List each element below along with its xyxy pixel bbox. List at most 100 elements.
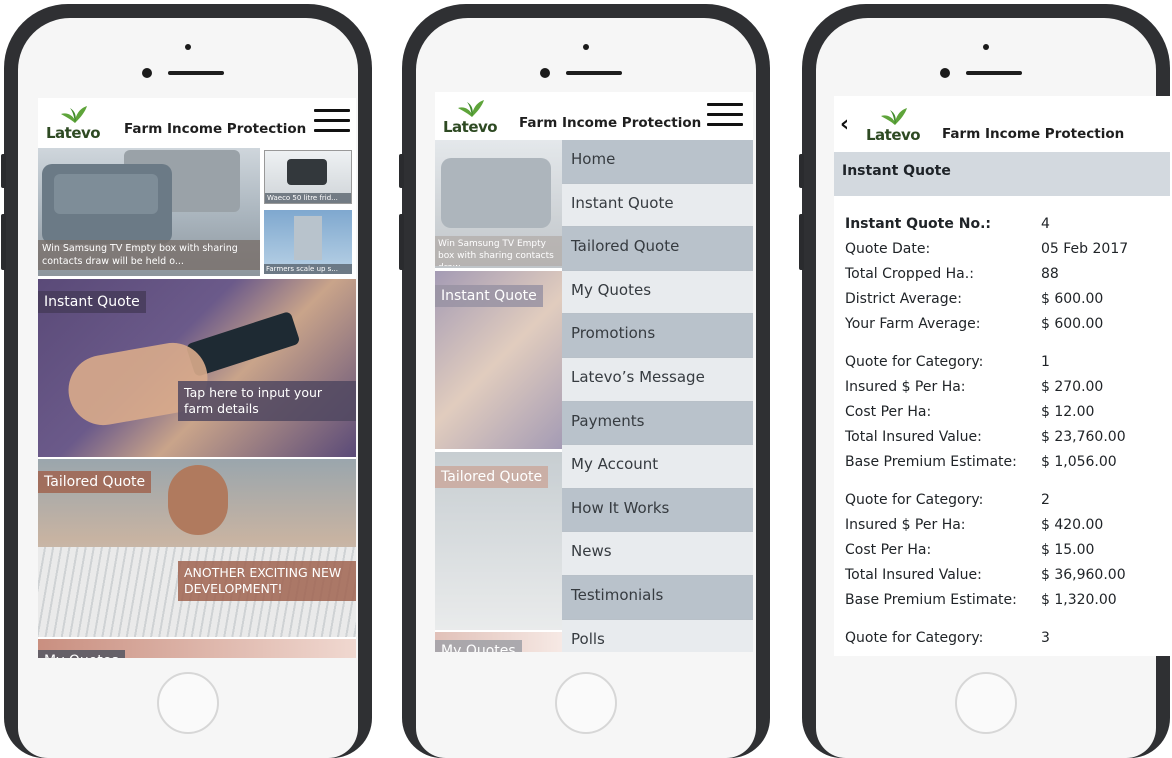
row-value: $ 23,760.00 <box>1041 429 1126 445</box>
quote-row: Insured $ Per Ha: $ 420.00 <box>845 517 1164 541</box>
home-button[interactable] <box>555 672 617 734</box>
menu-item-promotions[interactable]: Promotions <box>562 314 753 358</box>
row-label: Base Premium Estimate: <box>845 454 1017 470</box>
screen-instant-quote: ‹ Latevo Farm Income Protection Instant … <box>834 96 1170 656</box>
leaf-icon <box>61 106 87 123</box>
row-value: $ 36,960.00 <box>1041 567 1126 583</box>
mute-switch <box>1 154 6 188</box>
latevo-logo: Latevo <box>443 100 499 136</box>
promo-banner[interactable]: Waeco 50 litre frid... Farmers scale up … <box>38 148 356 276</box>
menu-item-news[interactable]: News <box>562 532 753 576</box>
row-label: Total Insured Value: <box>845 429 982 445</box>
row-label: Cost Per Ha: <box>845 542 932 558</box>
app-title: Farm Income Protection <box>519 115 702 131</box>
menu-item-home[interactable]: Home <box>562 140 753 184</box>
dimmed-tailored-quote-tag: Tailored Quote <box>435 466 549 488</box>
back-chevron-icon[interactable]: ‹ <box>840 112 849 137</box>
quote-row: Instant Quote No.: 4 <box>845 216 1164 240</box>
tailored-quote-tag: Tailored Quote <box>38 471 152 493</box>
volume-up-button <box>1 214 6 270</box>
banner-thumb-silo[interactable]: Farmers scale up s... <box>264 210 352 274</box>
row-value: $ 270.00 <box>1041 379 1104 395</box>
row-label: Quote Date: <box>845 241 931 257</box>
row-value: 1 <box>1041 354 1050 370</box>
home-button[interactable] <box>955 672 1017 734</box>
banner-thumb-fridge[interactable]: Waeco 50 litre frid... <box>264 150 352 204</box>
row-value: 4 <box>1041 216 1050 232</box>
menu-item-polls[interactable]: Polls <box>562 619 753 652</box>
proximity-sensor-icon <box>142 68 152 78</box>
thumb-caption-silo: Farmers scale up s... <box>264 264 352 274</box>
row-label: Instant Quote No.: <box>845 216 991 232</box>
menu-item-payments[interactable]: Payments <box>562 401 753 446</box>
menu-hamburger-icon[interactable] <box>707 101 743 129</box>
row-label: Base Premium Estimate: <box>845 592 1017 608</box>
tailored-quote-tile[interactable]: Tailored Quote ANOTHER EXCITING NEW DEVE… <box>38 459 356 637</box>
instant-quote-tag: Instant Quote <box>38 291 146 313</box>
brand-name: Latevo <box>46 124 101 142</box>
quote-row: District Average: $ 600.00 <box>845 291 1164 315</box>
earpiece-speaker <box>966 71 1022 75</box>
my-quotes-tag: My Quotes <box>38 650 125 658</box>
row-label: District Average: <box>845 291 962 307</box>
row-label: Total Cropped Ha.: <box>845 266 974 282</box>
quote-row: Your Farm Average: $ 600.00 <box>845 316 1164 340</box>
row-label: Total Insured Value: <box>845 567 982 583</box>
front-camera-icon <box>185 44 191 50</box>
mute-switch <box>799 154 804 188</box>
front-camera-icon <box>983 44 989 50</box>
row-value: $ 1,320.00 <box>1041 592 1117 608</box>
row-label: Quote for Category: <box>845 492 984 508</box>
quote-row: Base Premium Estimate: $ 1,320.00 <box>845 592 1164 616</box>
volume-up-button <box>799 214 804 270</box>
row-value: $ 600.00 <box>1041 316 1104 332</box>
quote-row: Quote Date: 05 Feb 2017 <box>845 241 1164 265</box>
side-menu: Home Instant Quote Tailored Quote My Quo… <box>562 140 753 652</box>
home-button[interactable] <box>157 672 219 734</box>
quote-row: Total Cropped Ha.: 88 <box>845 266 1164 290</box>
dimmed-banner-caption: Win Samsung TV Empty box with sharing co… <box>435 236 562 266</box>
quote-row: Total Insured Value: $ 36,960.00 <box>845 567 1164 591</box>
phone-frame-home: Latevo Farm Income Protection Waeco 50 l… <box>1 4 372 758</box>
row-value: 88 <box>1041 266 1059 282</box>
screen-home: Latevo Farm Income Protection Waeco 50 l… <box>38 98 356 658</box>
menu-item-my-quotes[interactable]: My Quotes <box>562 270 753 315</box>
dimmed-home-content: Win Samsung TV Empty box with sharing co… <box>435 140 562 652</box>
row-value: 3 <box>1041 630 1050 646</box>
section-header: Instant Quote <box>834 152 1170 196</box>
row-label: Your Farm Average: <box>845 316 981 332</box>
app-header: ‹ Latevo Farm Income Protection <box>834 96 1170 152</box>
menu-item-latevos-message[interactable]: Latevo’s Message <box>562 358 753 402</box>
brand-name: Latevo <box>866 126 921 144</box>
row-label: Insured $ Per Ha: <box>845 517 966 533</box>
menu-item-instant-quote[interactable]: Instant Quote <box>562 183 753 228</box>
menu-item-testimonials[interactable]: Testimonials <box>562 576 753 620</box>
latevo-logo: Latevo <box>866 108 922 144</box>
my-quotes-tile[interactable]: My Quotes <box>38 639 356 658</box>
dimmed-my-quotes-tag: My Quotes <box>435 640 522 652</box>
menu-item-tailored-quote[interactable]: Tailored Quote <box>562 227 753 271</box>
quote-row: Cost Per Ha: $ 12.00 <box>845 404 1164 428</box>
app-header: Latevo Farm Income Protection <box>38 98 356 146</box>
app-title: Farm Income Protection <box>942 126 1125 142</box>
mute-switch <box>399 154 404 188</box>
row-value: $ 1,056.00 <box>1041 454 1117 470</box>
menu-item-my-account[interactable]: My Account <box>562 445 753 489</box>
thumb-caption-fridge: Waeco 50 litre frid... <box>265 193 351 203</box>
quote-row: Cost Per Ha: $ 15.00 <box>845 542 1164 566</box>
instant-quote-caption: Tap here to input your farm details <box>178 381 356 421</box>
volume-up-button <box>399 214 404 270</box>
earpiece-speaker <box>168 71 224 75</box>
quote-row: Insured $ Per Ha: $ 270.00 <box>845 379 1164 403</box>
menu-hamburger-icon[interactable] <box>314 107 350 135</box>
row-value: 05 Feb 2017 <box>1041 241 1129 257</box>
app-header: Latevo Farm Income Protection <box>435 92 753 140</box>
instant-quote-tile[interactable]: Instant Quote Tap here to input your far… <box>38 279 356 457</box>
quote-row: Quote for Category: 2 <box>845 492 1164 516</box>
menu-item-how-it-works[interactable]: How It Works <box>562 488 753 533</box>
dimmed-instant-quote-tag: Instant Quote <box>435 285 543 307</box>
proximity-sensor-icon <box>940 68 950 78</box>
row-label: Quote for Category: <box>845 354 984 370</box>
brand-name: Latevo <box>443 118 498 136</box>
quote-details: Instant Quote No.: 4 Quote Date: 05 Feb … <box>834 196 1170 656</box>
